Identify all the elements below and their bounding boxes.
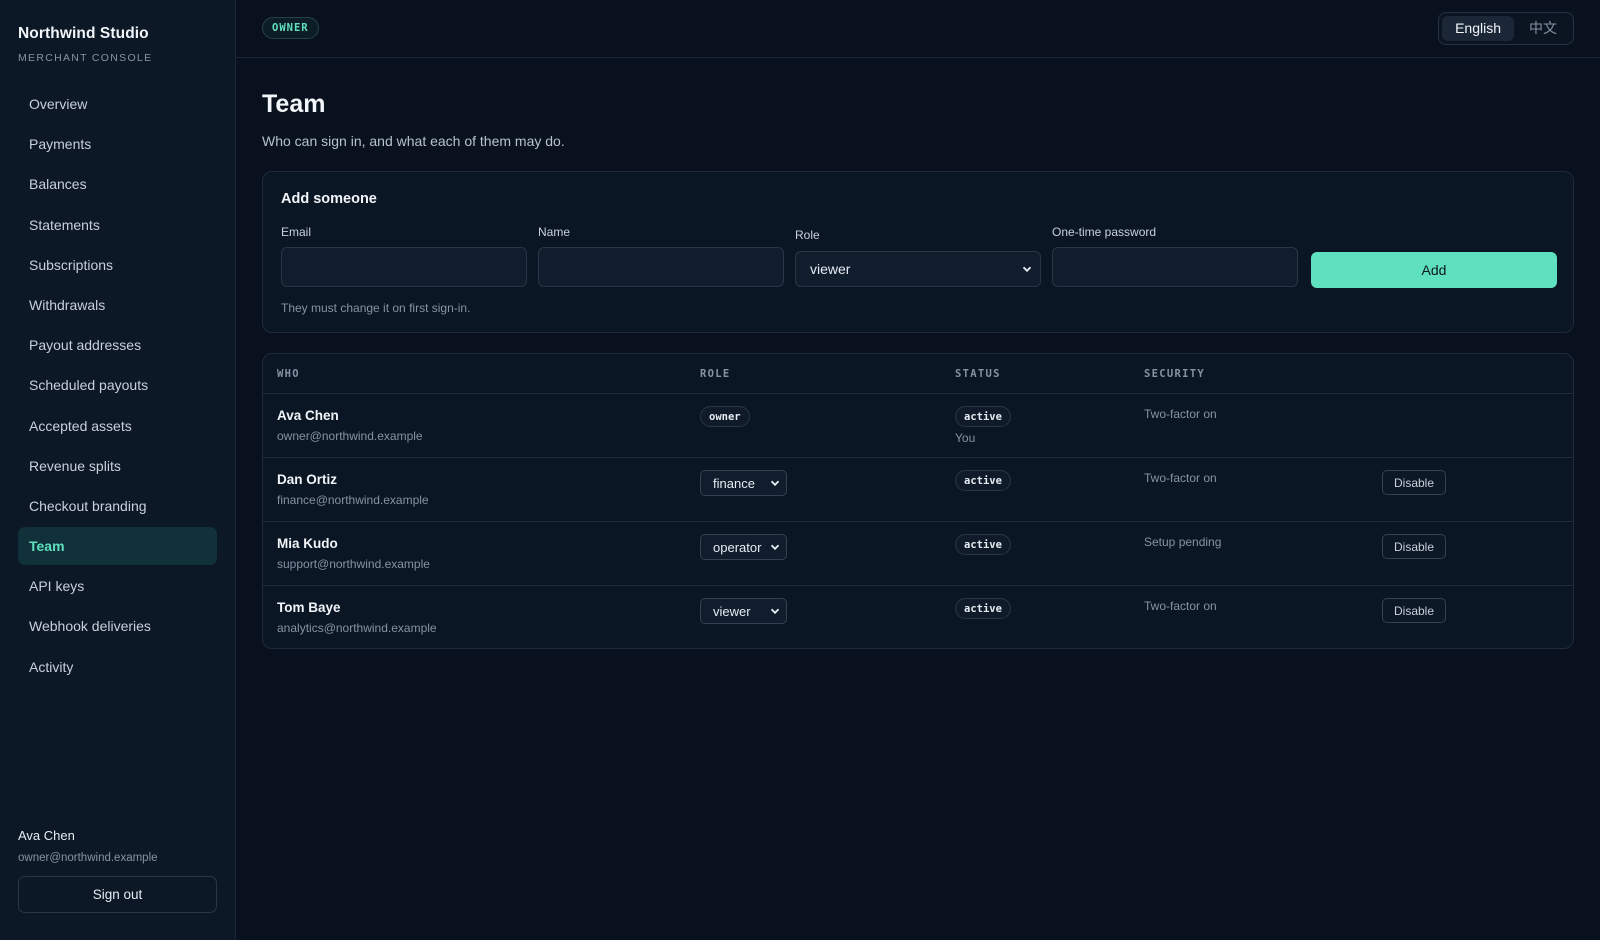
table-row: Dan Ortiz finance@northwind.example fina… — [263, 458, 1573, 522]
sidebar-nav: Overview Payments Balances Statements Su… — [18, 85, 217, 688]
language-english[interactable]: English — [1442, 16, 1514, 41]
disable-member-button[interactable]: Disable — [1382, 598, 1446, 623]
member-name: Ava Chen — [277, 408, 339, 423]
status-badge: active — [955, 534, 1011, 555]
current-user-email: owner@northwind.example — [18, 852, 158, 864]
sidebar-item-accepted-assets[interactable]: Accepted assets — [18, 407, 217, 445]
email-field[interactable] — [281, 247, 527, 287]
member-email: finance@northwind.example — [277, 493, 429, 507]
sidebar-item-overview[interactable]: Overview — [18, 85, 217, 123]
disable-member-button[interactable]: Disable — [1382, 470, 1446, 495]
column-who: WHO — [277, 368, 300, 380]
current-user-note: You — [955, 431, 976, 445]
add-member-card: Add someone Email Name Role viewer One-t… — [262, 171, 1574, 333]
column-status: STATUS — [955, 368, 1001, 380]
name-group: Name — [538, 225, 784, 287]
chevron-down-icon — [770, 480, 780, 487]
member-role-select[interactable]: finance — [700, 470, 787, 496]
sidebar-item-balances[interactable]: Balances — [18, 165, 217, 203]
sidebar-item-payments[interactable]: Payments — [18, 125, 217, 163]
role-group: Role viewer — [795, 225, 1041, 287]
status-badge: active — [955, 470, 1011, 491]
sidebar-item-checkout-branding[interactable]: Checkout branding — [18, 487, 217, 525]
add-member-title: Add someone — [281, 191, 377, 207]
sidebar-item-api-keys[interactable]: API keys — [18, 567, 217, 605]
sidebar: Northwind Studio MERCHANT CONSOLE Overvi… — [0, 0, 236, 940]
security-status: Two-factor on — [1144, 599, 1217, 613]
sign-out-button[interactable]: Sign out — [18, 876, 217, 913]
email-group: Email — [281, 225, 527, 287]
status-badge: active — [955, 406, 1011, 427]
add-member-button[interactable]: Add — [1311, 252, 1557, 288]
member-role-value: viewer — [713, 603, 751, 619]
name-field[interactable] — [538, 247, 784, 287]
table-row: Ava Chen owner@northwind.example owner a… — [263, 394, 1573, 458]
password-group: One-time password — [1052, 225, 1298, 287]
language-switcher: English 中文 — [1438, 12, 1574, 45]
member-email: owner@northwind.example — [277, 429, 423, 443]
member-role-value: operator — [713, 539, 762, 555]
current-user-name: Ava Chen — [18, 828, 75, 843]
member-name: Tom Baye — [277, 600, 341, 615]
role-badge: owner — [700, 406, 750, 427]
member-name: Mia Kudo — [277, 536, 338, 551]
topbar: OWNER English 中文 — [236, 0, 1600, 58]
table-header: WHO ROLE STATUS SECURITY — [263, 354, 1573, 394]
brand: Northwind Studio MERCHANT CONSOLE — [18, 25, 152, 64]
security-status: Two-factor on — [1144, 407, 1217, 421]
brand-name: Northwind Studio — [18, 25, 149, 42]
member-role-value: finance — [713, 475, 755, 491]
sidebar-item-revenue-splits[interactable]: Revenue splits — [18, 447, 217, 485]
sidebar-item-payout-addresses[interactable]: Payout addresses — [18, 326, 217, 364]
member-email: support@northwind.example — [277, 557, 430, 571]
password-hint: They must change it on first sign-in. — [281, 301, 471, 315]
name-label: Name — [538, 225, 571, 239]
language-chinese[interactable]: 中文 — [1516, 16, 1570, 41]
member-role-select[interactable]: viewer — [700, 598, 787, 624]
chevron-down-icon — [1022, 266, 1032, 273]
table-row: Tom Baye analytics@northwind.example vie… — [263, 586, 1573, 650]
security-status: Two-factor on — [1144, 471, 1217, 485]
column-security: SECURITY — [1144, 368, 1205, 380]
email-label: Email — [281, 225, 312, 239]
chevron-down-icon — [770, 608, 780, 615]
role-label: Role — [795, 228, 820, 242]
sidebar-item-activity[interactable]: Activity — [18, 648, 217, 686]
role-badge: OWNER — [262, 17, 319, 39]
status-badge: active — [955, 598, 1011, 619]
member-role-select[interactable]: operator — [700, 534, 787, 560]
sidebar-item-subscriptions[interactable]: Subscriptions — [18, 246, 217, 284]
member-email: analytics@northwind.example — [277, 621, 437, 635]
role-select-value: viewer — [810, 261, 851, 277]
security-status: Setup pending — [1144, 535, 1222, 549]
table-row: Mia Kudo support@northwind.example opera… — [263, 522, 1573, 586]
team-table: WHO ROLE STATUS SECURITY Ava Chen owner@… — [262, 353, 1574, 649]
current-user: Ava Chen owner@northwind.example Sign ou… — [18, 828, 217, 913]
role-select[interactable]: viewer — [795, 251, 1041, 287]
page-title: Team — [262, 90, 326, 118]
page-subtitle: Who can sign in, and what each of them m… — [262, 133, 565, 149]
member-name: Dan Ortiz — [277, 472, 338, 487]
chevron-down-icon — [770, 544, 780, 551]
password-field[interactable] — [1052, 247, 1298, 287]
sidebar-item-team[interactable]: Team — [18, 527, 217, 566]
column-role: ROLE — [700, 368, 731, 380]
password-label: One-time password — [1052, 225, 1157, 239]
sidebar-item-webhook-deliveries[interactable]: Webhook deliveries — [18, 607, 217, 645]
sidebar-item-statements[interactable]: Statements — [18, 206, 217, 244]
brand-subtitle: MERCHANT CONSOLE — [18, 52, 153, 64]
sidebar-item-scheduled-payouts[interactable]: Scheduled payouts — [18, 366, 217, 404]
disable-member-button[interactable]: Disable — [1382, 534, 1446, 559]
sidebar-item-withdrawals[interactable]: Withdrawals — [18, 286, 217, 324]
